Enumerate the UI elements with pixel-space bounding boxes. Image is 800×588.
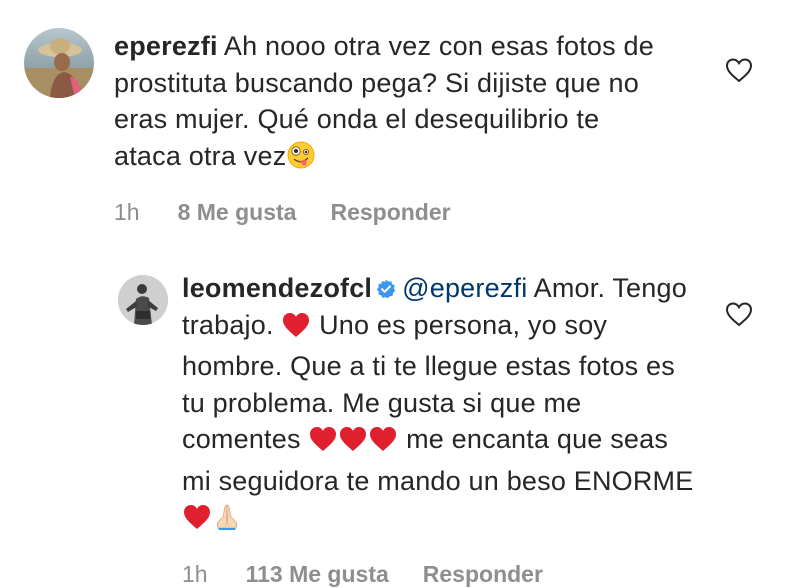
mention-link[interactable]: @eperezfi <box>402 273 527 303</box>
comment-body: leomendezofcl @eperezfi Amor. Tengo trab… <box>182 270 702 588</box>
red-heart-emoji-icon <box>281 311 311 349</box>
zany-face-emoji-icon <box>286 140 316 180</box>
comment-timestamp: 1h <box>114 199 140 225</box>
heart-outline-icon <box>725 302 753 327</box>
comment-text: eperezfi Ah nooo otra vez con esas fotos… <box>114 28 674 179</box>
heart-outline-icon <box>725 58 753 83</box>
red-heart-emoji-icon <box>338 425 368 463</box>
avatar[interactable] <box>118 275 168 325</box>
comment-text: leomendezofcl @eperezfi Amor. Tengo trab… <box>182 270 702 541</box>
red-heart-emoji-icon <box>182 503 212 541</box>
likes-count-link[interactable]: 8 Me gusta <box>178 199 297 226</box>
likes-count-link[interactable]: 113 Me gusta <box>246 561 389 588</box>
like-button[interactable] <box>724 300 754 328</box>
red-heart-emoji-icon <box>308 425 338 463</box>
like-button[interactable] <box>724 56 754 84</box>
username[interactable]: eperezfi <box>114 31 218 61</box>
username[interactable]: leomendezofcl <box>182 273 372 303</box>
red-heart-emoji-icon <box>368 425 398 463</box>
folded-hands-emoji-icon <box>212 501 242 541</box>
avatar[interactable] <box>24 28 94 98</box>
comment-body: eperezfi Ah nooo otra vez con esas fotos… <box>114 28 674 226</box>
comment-meta: 1h 8 Me gusta Responder <box>114 199 674 226</box>
reply-button[interactable]: Responder <box>423 561 543 588</box>
comment-meta: 1h 113 Me gusta Responder <box>182 561 702 588</box>
verified-badge-icon <box>376 272 396 299</box>
reply-button[interactable]: Responder <box>330 199 450 226</box>
comment-timestamp: 1h <box>182 560 208 587</box>
